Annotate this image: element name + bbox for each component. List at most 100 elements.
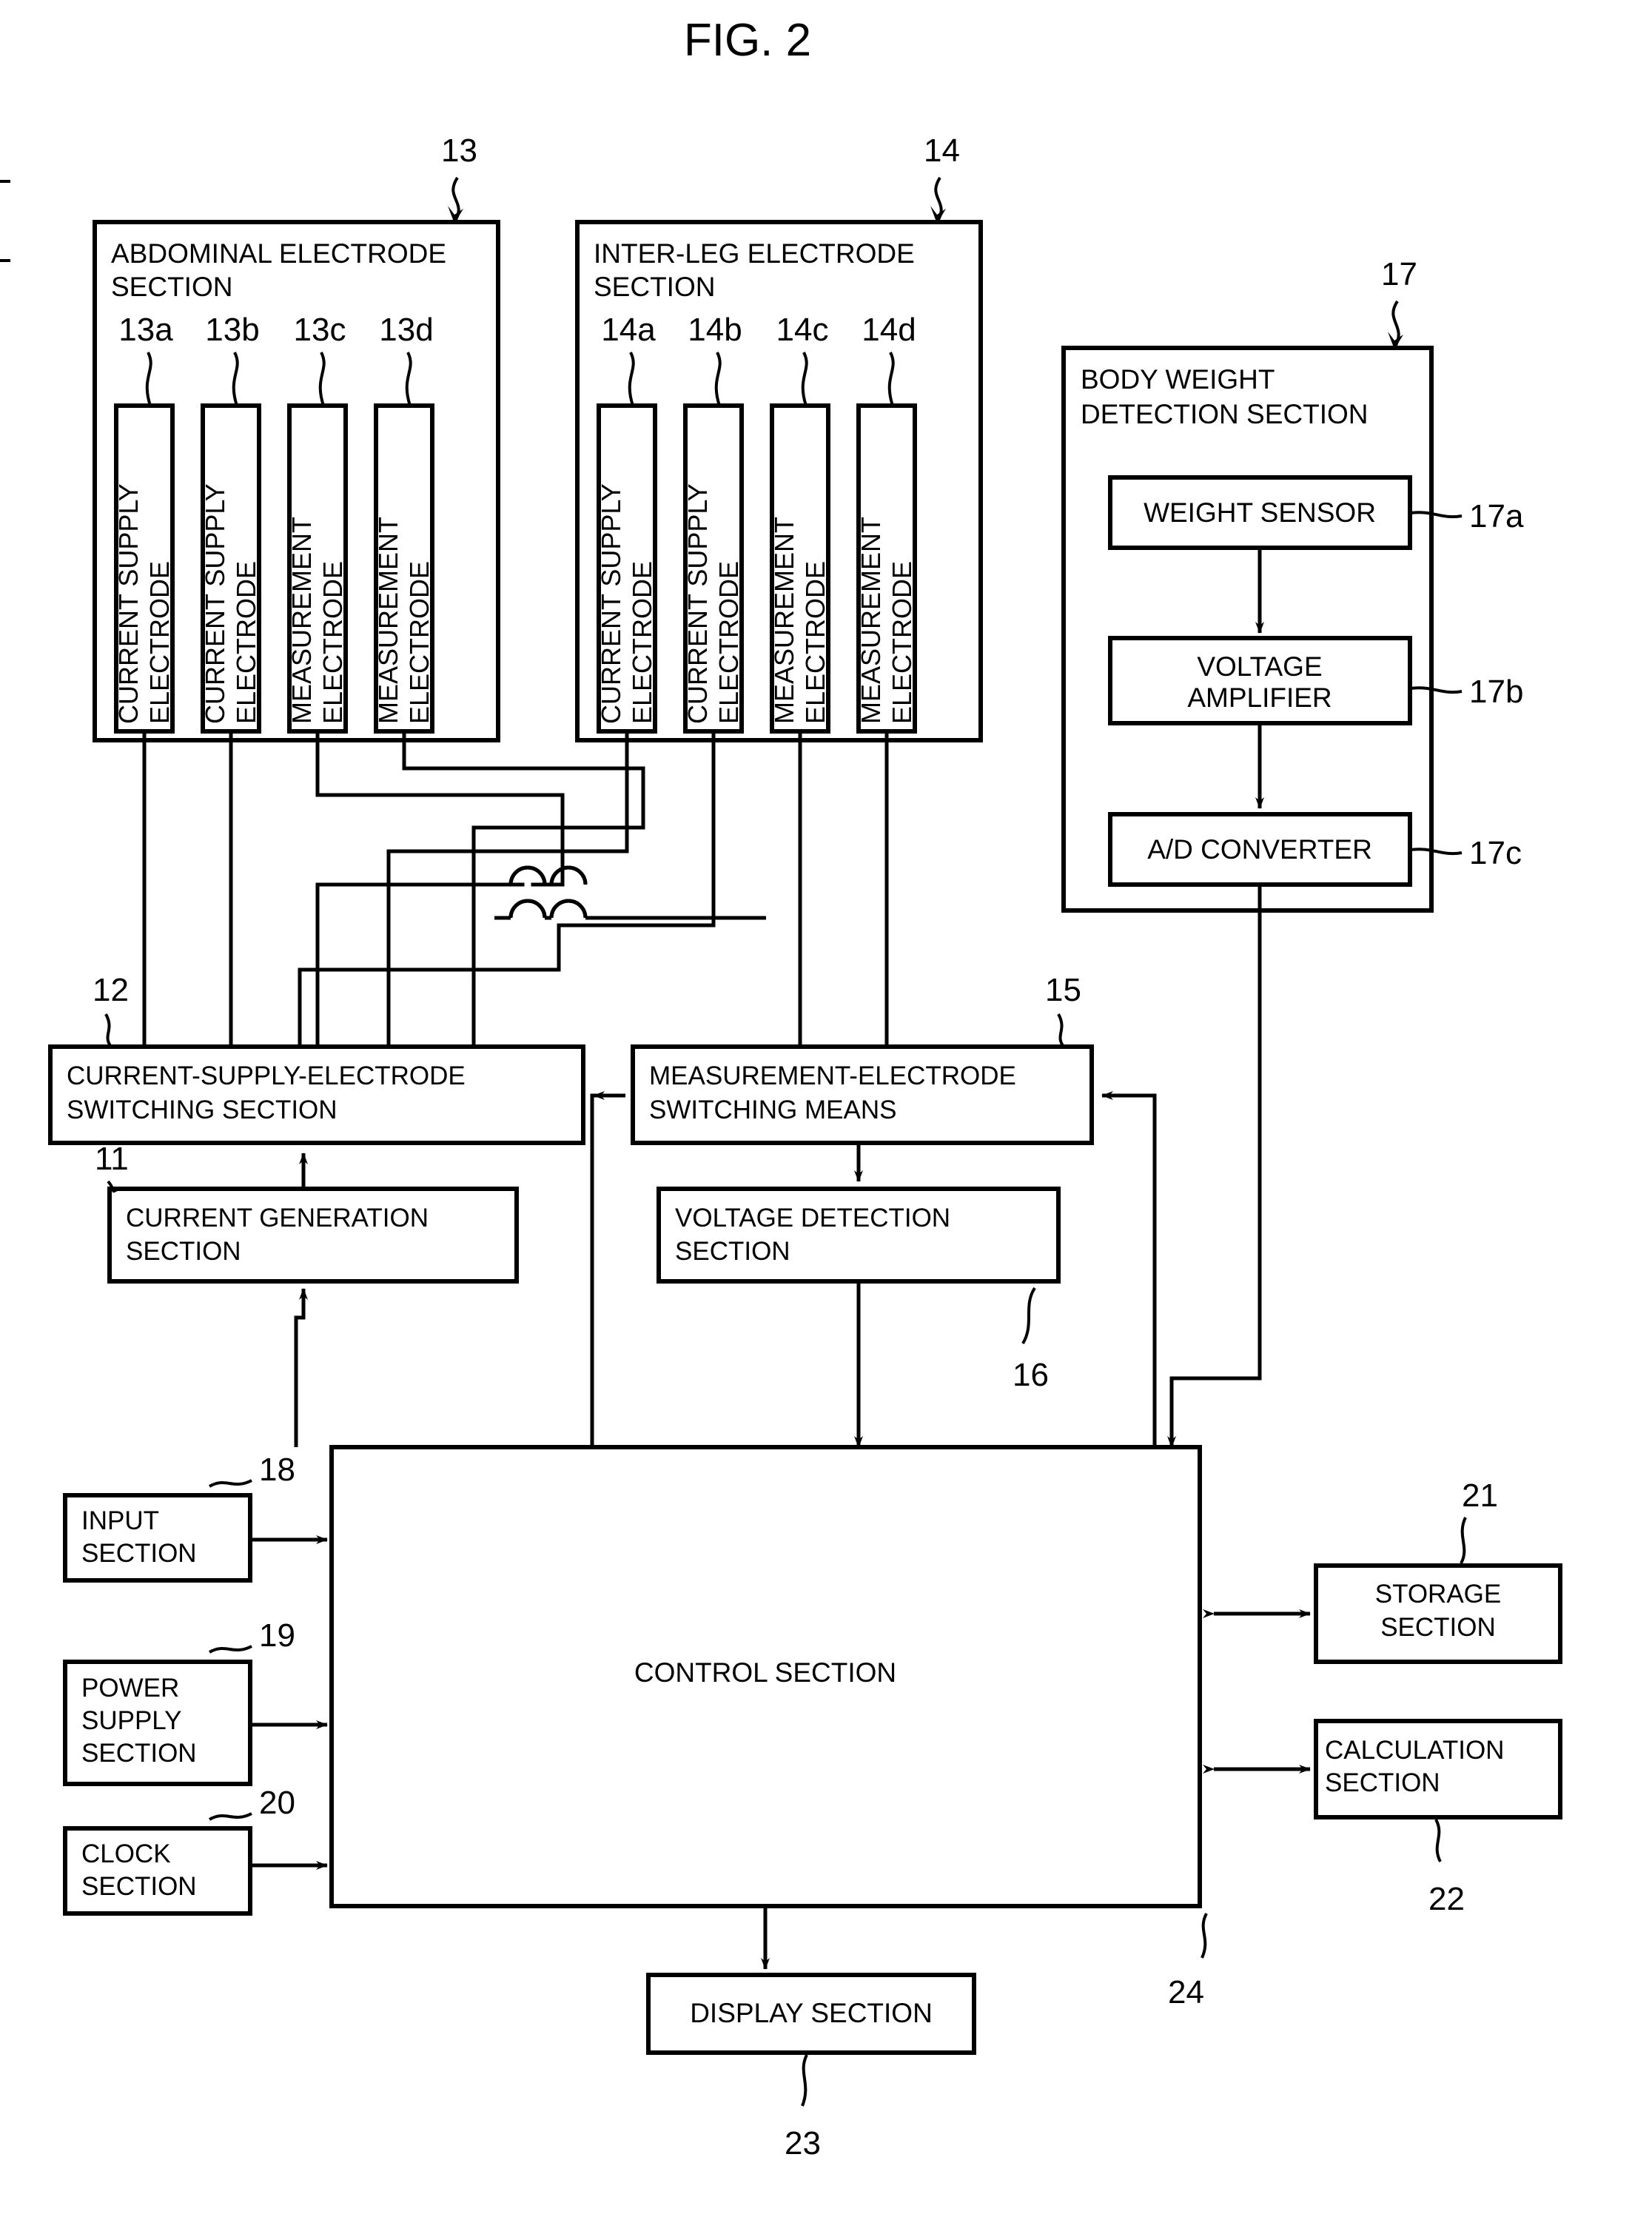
clock-section-line1: CLOCK bbox=[81, 1839, 171, 1868]
bodyweight-title-line1: BODY WEIGHT bbox=[1081, 364, 1275, 395]
ref-16-leader bbox=[1021, 1287, 1036, 1345]
ref-13d-label: 13d bbox=[379, 312, 433, 348]
ref-14b-label: 14b bbox=[688, 312, 742, 348]
ref-13d-leader bbox=[405, 352, 412, 406]
ref-12-label: 12 bbox=[93, 972, 129, 1008]
wire-14b-route bbox=[298, 731, 716, 1047]
input-section-line1: INPUT bbox=[81, 1506, 159, 1535]
voltage-detection-line2: SECTION bbox=[675, 1237, 790, 1266]
ref-14c-leader bbox=[801, 352, 808, 406]
electrode-13a-line2: ELECTRODE bbox=[144, 561, 175, 724]
voltage-detection-box bbox=[657, 1187, 1061, 1284]
ref-24-leader bbox=[1201, 1913, 1208, 1959]
electrode-14d-line2: ELECTRODE bbox=[887, 561, 917, 724]
ref-22-leader bbox=[1434, 1819, 1442, 1862]
electrode-14a-line1: CURRENT SUPPLY bbox=[596, 483, 626, 724]
electrode-13d-line1: MEASUREMENT bbox=[373, 517, 403, 724]
ref-13a-leader bbox=[145, 352, 152, 406]
electrode-13c-line2: ELECTRODE bbox=[318, 561, 348, 724]
body-weight-detection-section-box bbox=[1061, 346, 1434, 913]
ref-15-label: 15 bbox=[1045, 972, 1081, 1008]
ref-14b-leader bbox=[714, 352, 722, 406]
ref-11-label: 11 bbox=[95, 1141, 129, 1177]
ref-14a-leader bbox=[628, 352, 635, 406]
ref-17-label: 17 bbox=[1381, 256, 1417, 292]
electrode-14a-line2: ELECTRODE bbox=[627, 561, 657, 724]
ref-17c-leader bbox=[1409, 848, 1463, 856]
electrode-13b-line1: CURRENT SUPPLY bbox=[200, 483, 230, 724]
current-supply-switching-line1: CURRENT-SUPPLY-ELECTRODE bbox=[67, 1061, 466, 1090]
ref-21-leader bbox=[1460, 1517, 1467, 1564]
ad-converter-label: A/D CONVERTER bbox=[1147, 834, 1372, 865]
ref-13c-label: 13c bbox=[294, 312, 346, 348]
measurement-switching-line2: SWITCHING MEANS bbox=[649, 1096, 896, 1124]
ref-14a-label: 14a bbox=[601, 312, 656, 348]
ref-13a-label: 13a bbox=[118, 312, 173, 348]
electrode-14b-line1: CURRENT SUPPLY bbox=[682, 483, 713, 724]
ref-16-label: 16 bbox=[1013, 1357, 1049, 1393]
ref-17b-leader bbox=[1409, 686, 1463, 694]
power-supply-line2: SUPPLY bbox=[81, 1706, 182, 1735]
power-supply-line1: POWER bbox=[81, 1674, 179, 1703]
figure-canvas: FIG. 2 ABDOMINAL ELECTRODE SECTION 13 13… bbox=[0, 0, 1652, 2234]
input-section-line2: SECTION bbox=[81, 1539, 197, 1568]
electrode-13a-line1: CURRENT SUPPLY bbox=[113, 483, 144, 724]
interleg-section-title-line1: INTER-LEG ELECTRODE bbox=[594, 238, 915, 269]
ref-17b-label: 17b bbox=[1469, 674, 1523, 710]
abdominal-section-title-line1: ABDOMINAL ELECTRODE bbox=[111, 238, 446, 269]
power-supply-line3: SECTION bbox=[81, 1739, 197, 1768]
voltage-amplifier-line1: VOLTAGE bbox=[1197, 651, 1322, 682]
ref-19-leader bbox=[208, 1645, 252, 1654]
control-section-label: CONTROL SECTION bbox=[634, 1657, 896, 1688]
clock-section-line2: SECTION bbox=[81, 1872, 197, 1901]
electrode-14c-line2: ELECTRODE bbox=[800, 561, 830, 724]
ref-14d-label: 14d bbox=[862, 312, 916, 348]
current-generation-line1: CURRENT GENERATION bbox=[126, 1204, 429, 1232]
storage-section-line1: STORAGE bbox=[1375, 1580, 1502, 1609]
ref-14-label: 14 bbox=[924, 133, 960, 169]
ref-20-leader bbox=[208, 1812, 252, 1821]
measurement-switching-line1: MEASUREMENT-ELECTRODE bbox=[649, 1061, 1016, 1090]
storage-section-line2: SECTION bbox=[1380, 1613, 1496, 1642]
current-generation-line2: SECTION bbox=[126, 1237, 241, 1266]
wire-control-to-switch12 bbox=[590, 1093, 594, 1447]
ref-13b-leader bbox=[232, 352, 239, 406]
electrode-14c-line1: MEASUREMENT bbox=[769, 517, 799, 724]
ref-22-label: 22 bbox=[1428, 1881, 1465, 1917]
abdominal-section-title-line2: SECTION bbox=[111, 272, 232, 302]
ref-23-label: 23 bbox=[785, 2125, 821, 2161]
wire-13d-route bbox=[402, 731, 645, 1047]
ref-13-label: 13 bbox=[441, 133, 477, 169]
display-section-label: DISPLAY SECTION bbox=[690, 1998, 933, 2028]
electrode-13c-line1: MEASUREMENT bbox=[286, 517, 317, 724]
voltage-detection-line1: VOLTAGE DETECTION bbox=[675, 1204, 950, 1232]
electrode-14d-line1: MEASUREMENT bbox=[856, 517, 886, 724]
calculation-section-line2: SECTION bbox=[1325, 1768, 1440, 1797]
weight-sensor-label: WEIGHT SENSOR bbox=[1144, 497, 1376, 528]
figure-title: FIG. 2 bbox=[684, 15, 811, 66]
ref-12-leader bbox=[104, 1013, 113, 1048]
wire-adc-to-control bbox=[1167, 885, 1262, 1448]
voltage-amplifier-line2: AMPLIFIER bbox=[1187, 682, 1332, 713]
ref-21-label: 21 bbox=[1462, 1477, 1498, 1514]
ref-17a-label: 17a bbox=[1469, 498, 1524, 534]
block-diagram-svg: FIG. 2 ABDOMINAL ELECTRODE SECTION 13 13… bbox=[0, 15, 1562, 2161]
ref-13c-leader bbox=[318, 352, 326, 406]
ref-17c-label: 17c bbox=[1469, 835, 1522, 871]
electrode-13b-line2: ELECTRODE bbox=[231, 561, 261, 724]
ref-14d-leader bbox=[887, 352, 895, 406]
interleg-section-title-line2: SECTION bbox=[594, 272, 715, 302]
ref-20-label: 20 bbox=[259, 1785, 295, 1821]
ref-24-label: 24 bbox=[1168, 1974, 1204, 2010]
ref-23-leader bbox=[801, 2054, 808, 2107]
ref-17a-leader bbox=[1409, 511, 1463, 519]
electrode-14b-line2: ELECTRODE bbox=[713, 561, 744, 724]
arrow-control-to-switch15 bbox=[1101, 1091, 1157, 1447]
bodyweight-title-line2: DETECTION SECTION bbox=[1081, 399, 1369, 429]
ref-13b-label: 13b bbox=[205, 312, 259, 348]
current-supply-switching-line2: SWITCHING SECTION bbox=[67, 1096, 338, 1124]
wire-14a-route bbox=[386, 731, 629, 1047]
arrow-control-to-currentgen bbox=[294, 1288, 308, 1447]
ref-18-leader bbox=[208, 1479, 252, 1488]
ref-15-leader bbox=[1057, 1013, 1065, 1048]
